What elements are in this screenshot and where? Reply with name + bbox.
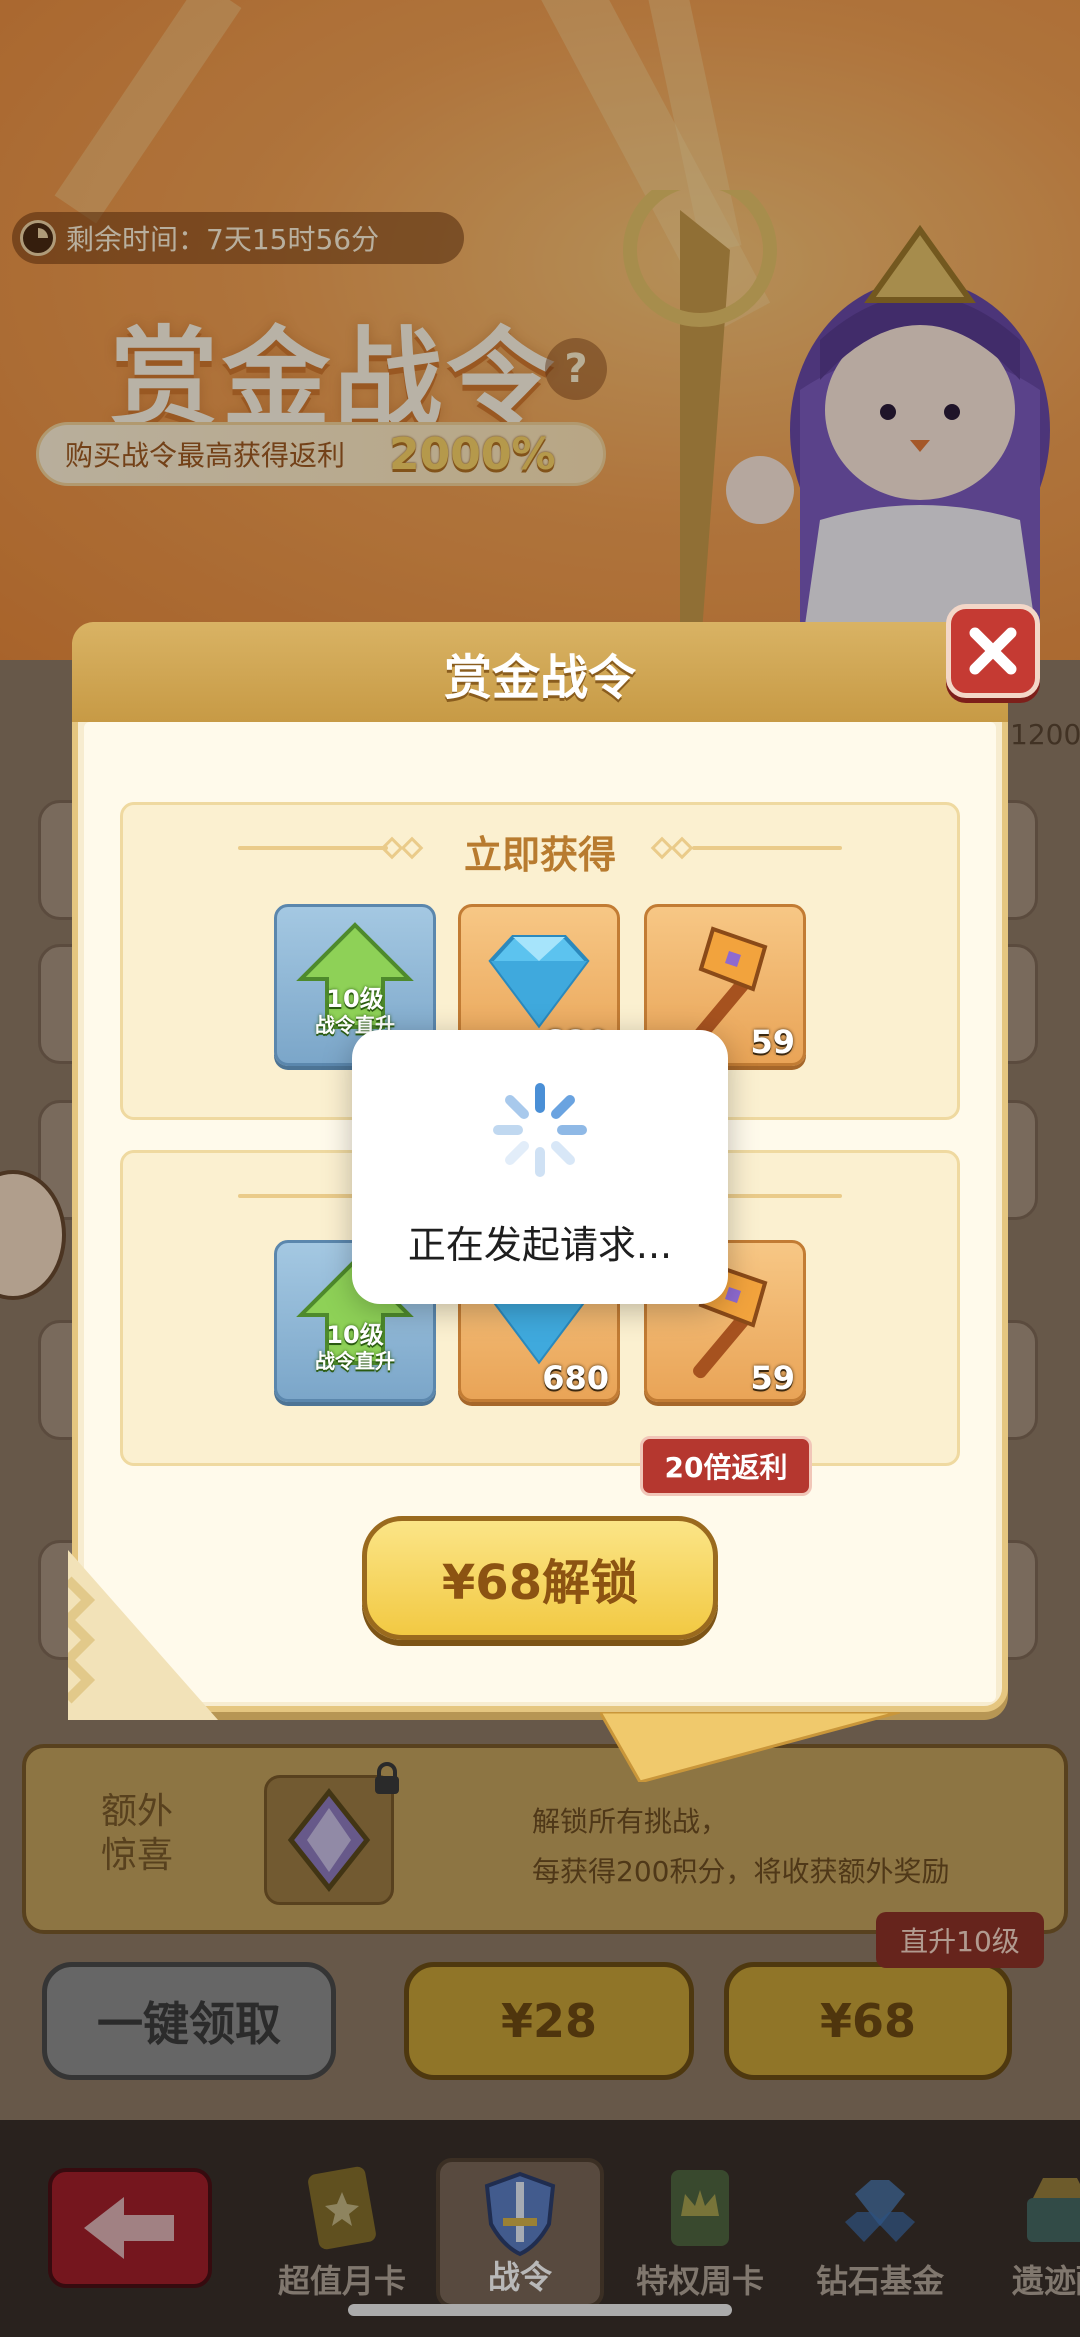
- loading-text: 正在发起请求...: [407, 1223, 673, 1267]
- item-quantity: 59: [750, 1023, 795, 1061]
- level-caption: 战令直升: [315, 1349, 395, 1373]
- divider: [238, 846, 388, 850]
- item-quantity: 680: [542, 1359, 609, 1397]
- item-quantity: 59: [750, 1359, 795, 1397]
- corner-ribbon-decoration: [68, 1550, 218, 1720]
- modal-title: 赏金战令: [443, 650, 636, 706]
- loading-spinner-icon: [493, 1083, 587, 1177]
- unlock-purchase-button[interactable]: ¥68解锁: [362, 1516, 718, 1640]
- close-button[interactable]: [946, 604, 1040, 698]
- close-icon: [969, 627, 1017, 675]
- divider: [692, 846, 842, 850]
- rebate-tag: 20倍返利: [640, 1436, 812, 1496]
- speech-tail-decoration: [600, 1712, 900, 1782]
- instant-section-title: 立即获得: [463, 833, 616, 877]
